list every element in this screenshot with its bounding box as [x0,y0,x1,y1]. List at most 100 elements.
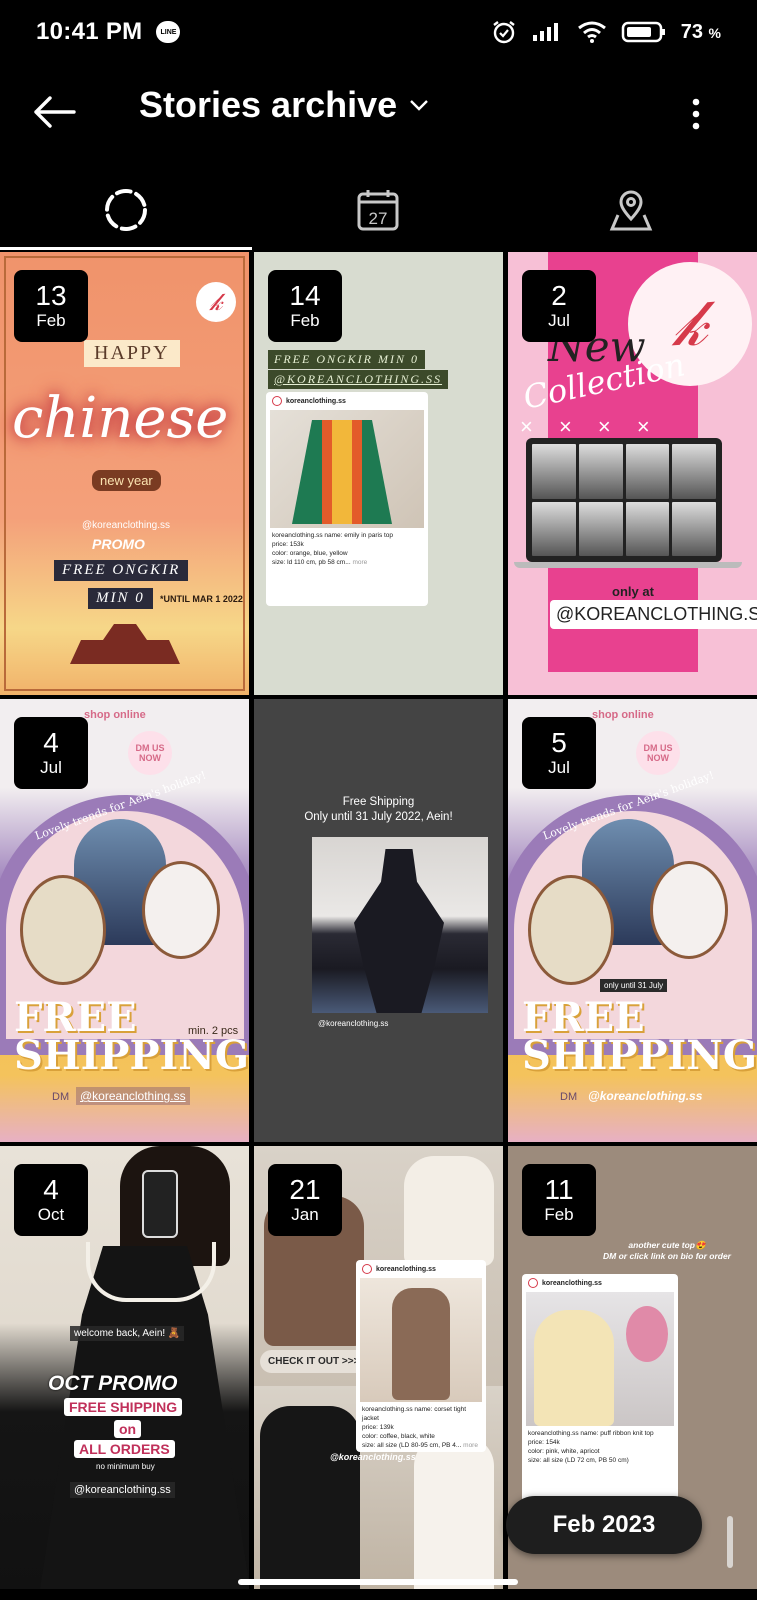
stories-ring-icon [105,189,148,231]
story-thumbnail[interactable]: 4 Oct welcome back, Aein! 🧸 OCT PROMO FRE… [0,1146,249,1589]
status-time: 10:41 PM [36,18,143,45]
balloon-illustration [626,1306,668,1362]
date-scrubber-label: Feb 2023 [506,1496,702,1554]
post-caption-line: price: 139k [362,1424,394,1431]
date-day: 4 [43,727,59,758]
tab-map[interactable] [505,170,757,250]
more-vertical-icon [692,98,700,130]
avatar [272,396,282,406]
story-text: @koreanclothing.ss [82,520,170,531]
story-text: no minimum buy [96,1462,155,1471]
story-text: CHECK IT OUT >>> [260,1350,368,1373]
story-thumbnail[interactable]: Free Shipping Only until 31 July 2022, A… [254,699,503,1142]
story-text: only at [612,584,654,599]
post-username: koreanclothing.ss [286,397,346,405]
post-caption: koreanclothing.ss name: emily in paris t… [266,528,428,570]
story-text: MIN 0 [88,588,153,609]
archive-tabs: 27 [0,170,757,250]
story-text: DM or click link on bio for order [603,1251,731,1261]
shared-post-card: koreanclothing.ss koreanclothing.ss name… [356,1260,486,1452]
product-photo [20,875,106,985]
story-text: FREE ONGKIR MIN 0 [268,350,425,369]
shared-post-card: koreanclothing.ss koreanclothing.ss name… [522,1274,678,1502]
laptop-base [514,562,742,568]
home-indicator[interactable] [238,1579,518,1585]
post-username: koreanclothing.ss [542,1279,602,1287]
post-caption-line: size: all size (LD 80-95 cm, PB 4... mor… [362,1442,478,1449]
post-caption-line: koreanclothing.ss name: puff ribbon knit… [528,1430,654,1437]
post-caption-line: price: 154k [528,1439,560,1446]
story-text: @koreanclothing.ss [70,1482,175,1498]
story-text: HAPPY [84,340,180,367]
archive-type-dropdown[interactable]: Stories archive [139,84,429,126]
wifi-icon [577,21,606,43]
date-month: Feb [36,311,66,330]
post-photo [526,1292,674,1426]
fast-scroll-handle[interactable] [727,1516,733,1568]
story-text: OCT PROMO [48,1372,178,1395]
model-silhouette [260,1406,360,1589]
dress-collar [86,1242,216,1302]
temple-illustration [70,624,180,664]
post-caption-line: koreanclothing.ss name: emily in paris t… [272,532,394,539]
story-text: on [114,1420,142,1438]
date-badge: 4 Jul [14,717,88,789]
story-thumbnail[interactable]: 𝓀 2 Jul New Collection × × × × only at @K… [508,252,757,695]
story-thumbnail[interactable]: 13 Feb 𝓀 HAPPY chinese new year @koreancl… [0,252,249,695]
date-badge: 11 Feb [522,1164,596,1236]
post-photo [270,410,424,528]
post-caption-line: koreanclothing.ss name: corset tight jac… [362,1406,467,1422]
post-caption-line: price: 153k [272,541,304,548]
date-badge: 2 Jul [522,270,596,342]
post-header: koreanclothing.ss [356,1260,486,1278]
product-photo [650,861,728,959]
back-button[interactable] [30,90,78,134]
story-text: FREE SHIPPING [64,1398,183,1416]
alarm-icon [493,21,515,44]
chevron-down-icon [410,100,428,111]
post-caption: koreanclothing.ss name: corset tight jac… [356,1402,486,1452]
model-silhouette [404,1156,494,1266]
date-badge: 21 Jan [268,1164,342,1236]
page-title: Stories archive [139,84,398,125]
map-pin-icon [609,190,653,231]
cardigan-illustration [292,420,392,524]
story-text: ALL ORDERS [74,1440,175,1458]
story-text: DM [560,1091,578,1103]
story-thumbnail[interactable]: 14 Feb FREE ONGKIR MIN 0 @KOREANCLOTHING.… [254,252,503,695]
product-photo [142,861,220,959]
story-text: PROMO [92,536,145,552]
story-thumbnail[interactable]: 21 Jan CHECK IT OUT >>> koreanclothing.ss… [254,1146,503,1589]
date-day: 13 [35,280,67,311]
stories-grid: 13 Feb 𝓀 HAPPY chinese new year @koreancl… [0,252,757,1589]
post-caption: koreanclothing.ss name: puff ribbon knit… [522,1426,678,1468]
story-text: @KOREANCLOTHING.SS [550,600,757,629]
laptop-illustration [526,438,722,562]
shared-post-card: koreanclothing.ss koreanclothing.ss name… [266,392,428,606]
tab-stories[interactable] [0,170,253,250]
post-header: koreanclothing.ss [266,392,428,410]
story-text: DM US NOW [636,731,680,775]
story-text: DM US NOW [128,731,172,775]
post-caption-line: color: coffee, black, white [362,1433,435,1440]
tab-calendar[interactable]: 27 [252,170,504,250]
more-options-button[interactable] [676,92,716,136]
story-thumbnail[interactable]: shop online DM US NOW Lovely trends for … [0,699,249,1142]
story-text: min. 2 pcs [188,1025,239,1037]
story-text: Free Shipping [342,796,415,808]
story-text: only until 31 July [600,979,668,992]
battery-percent: 73 % [680,20,721,43]
post-photo [360,1278,482,1402]
phone-illustration [142,1170,178,1238]
story-text: @koreanclothing.ss [588,1089,703,1103]
date-badge: 14 Feb [268,270,342,342]
date-day: 21 [289,1174,321,1205]
story-thumbnail[interactable]: shop online DM US NOW Lovely trends for … [508,699,757,1142]
post-caption-line: color: orange, blue, yellow [272,550,348,557]
model-silhouette [534,1310,614,1426]
date-day: 2 [551,280,567,311]
model-silhouette [414,1436,494,1589]
story-text: @koreanclothing.ss [318,1019,389,1028]
story-text: FREE SHIPPING [14,994,249,1079]
battery-icon [621,21,665,43]
